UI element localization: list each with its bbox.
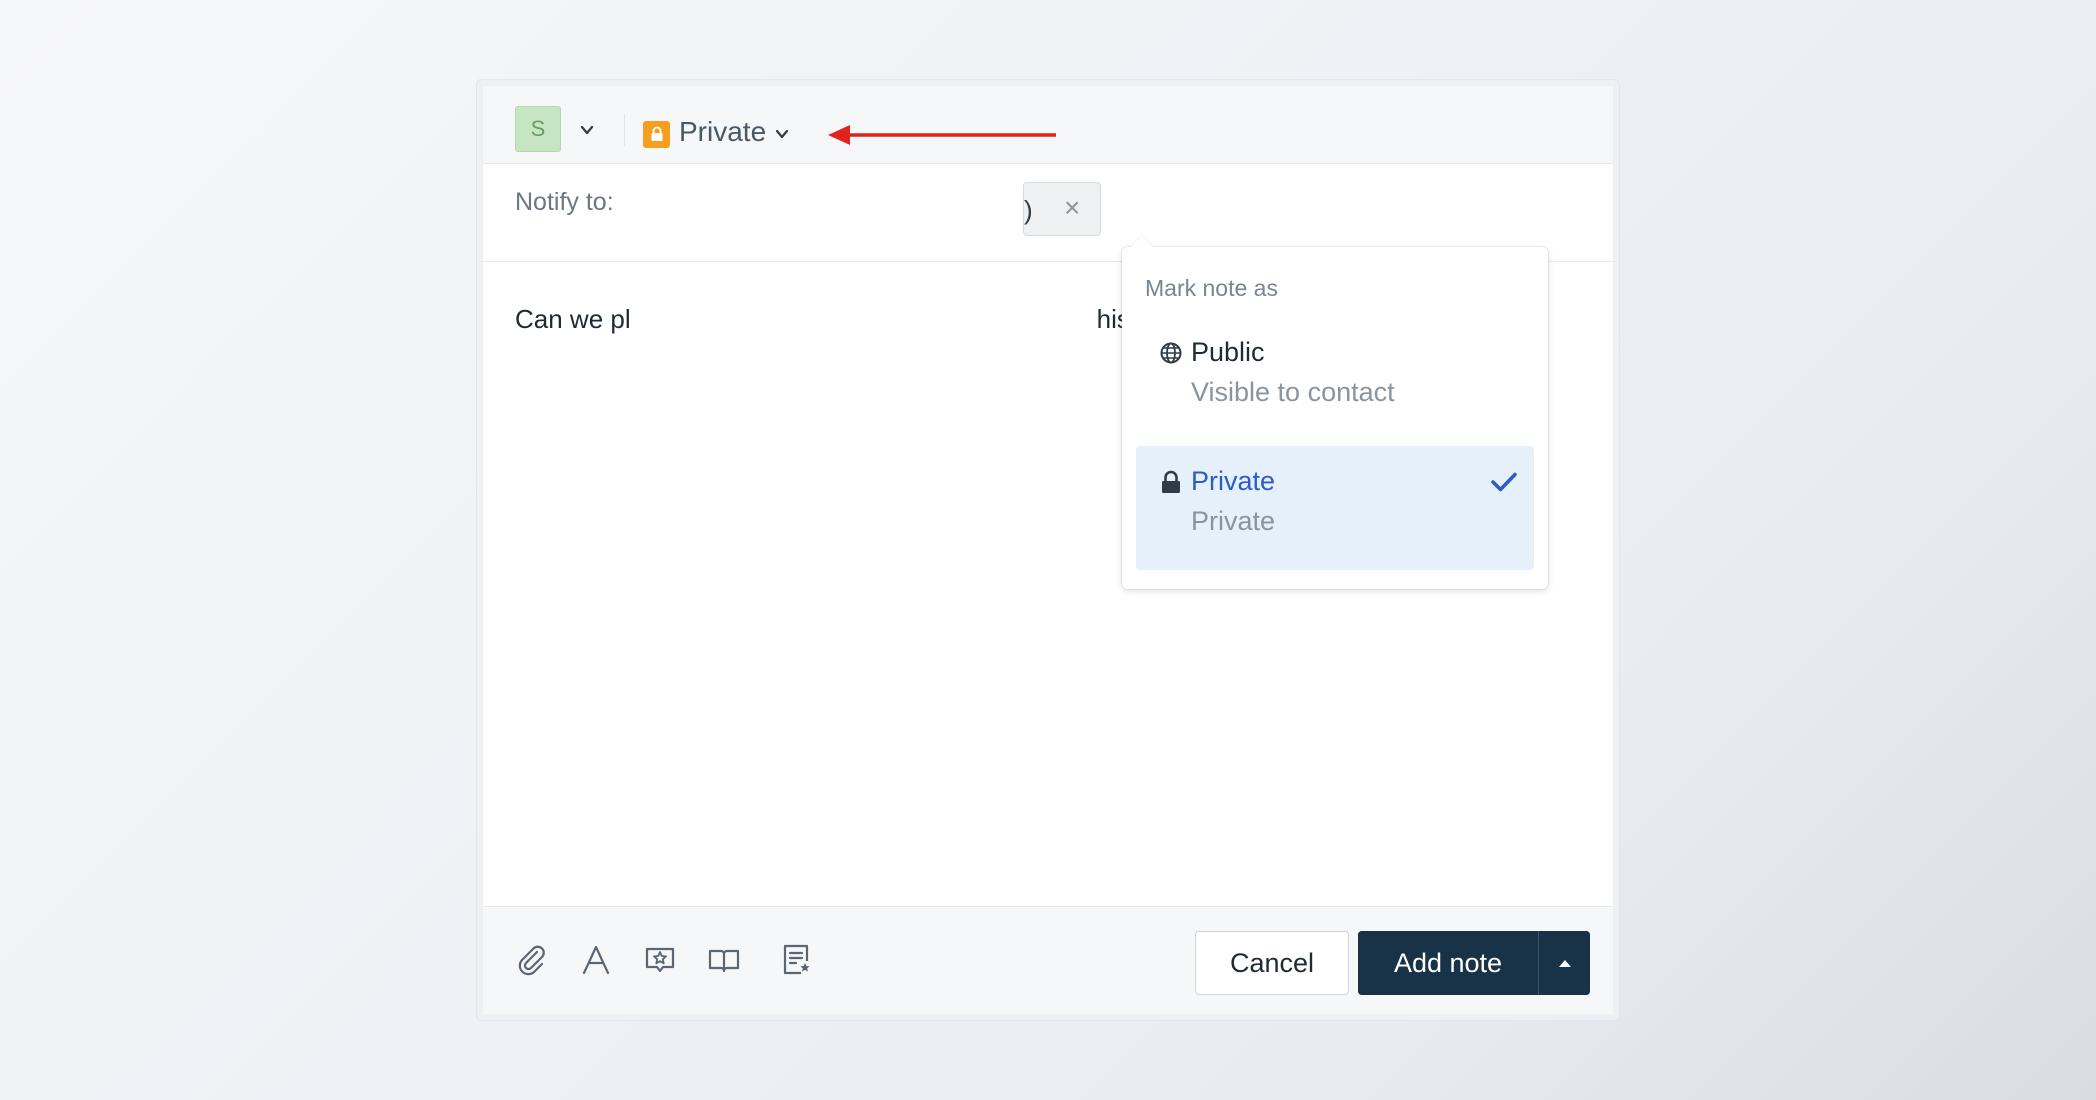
close-icon[interactable]: × bbox=[1064, 192, 1080, 224]
recipient-chip[interactable]: ) × bbox=[1023, 182, 1101, 236]
divider bbox=[624, 114, 625, 146]
knowledge-base-icon[interactable] bbox=[707, 943, 741, 977]
checkmark-icon bbox=[1491, 472, 1517, 492]
note-text-left: Can we pl bbox=[515, 304, 631, 334]
option-subtitle: Private bbox=[1191, 506, 1276, 536]
option-subtitle: Visible to contact bbox=[1191, 377, 1395, 407]
caret-up-icon bbox=[1558, 960, 1571, 967]
editor-top-bar: S Private bbox=[483, 86, 1613, 164]
option-private[interactable]: Private Private bbox=[1136, 446, 1534, 570]
text-format-icon[interactable] bbox=[579, 943, 613, 977]
avatar[interactable]: S bbox=[515, 106, 561, 152]
note-editor: S Private Notify to: ) × Can we pl his? … bbox=[477, 80, 1619, 1020]
notify-label: Notify to: bbox=[515, 188, 614, 216]
canned-response-icon[interactable] bbox=[643, 943, 677, 977]
visibility-toggle[interactable]: Private bbox=[643, 114, 790, 150]
private-lock-icon bbox=[643, 120, 670, 148]
globe-icon bbox=[1160, 342, 1182, 364]
recipient-chip-text: ) bbox=[1024, 195, 1033, 225]
dropdown-header: Mark note as bbox=[1145, 275, 1278, 301]
note-body[interactable]: Can we pl his? bbox=[515, 304, 1144, 335]
cancel-button[interactable]: Cancel bbox=[1195, 931, 1349, 995]
lock-icon bbox=[1162, 470, 1180, 493]
add-note-options-button[interactable] bbox=[1539, 931, 1590, 995]
visibility-dropdown: Mark note as Public Visible to contact P… bbox=[1122, 235, 1548, 589]
chevron-down-icon[interactable] bbox=[579, 122, 595, 138]
option-public[interactable]: Public Visible to contact bbox=[1136, 317, 1534, 441]
template-icon[interactable] bbox=[779, 943, 813, 977]
chevron-down-icon bbox=[776, 129, 789, 139]
paperclip-icon[interactable] bbox=[515, 943, 549, 977]
add-note-button[interactable]: Add note bbox=[1358, 931, 1538, 995]
editor-toolbar: Cancel Add note bbox=[483, 906, 1613, 1014]
annotation-arrow bbox=[828, 125, 1056, 145]
add-note-button-group: Add note bbox=[1358, 931, 1590, 995]
option-title: Private bbox=[1191, 466, 1276, 496]
visibility-label: Private bbox=[679, 116, 767, 147]
option-title: Public bbox=[1191, 337, 1265, 367]
